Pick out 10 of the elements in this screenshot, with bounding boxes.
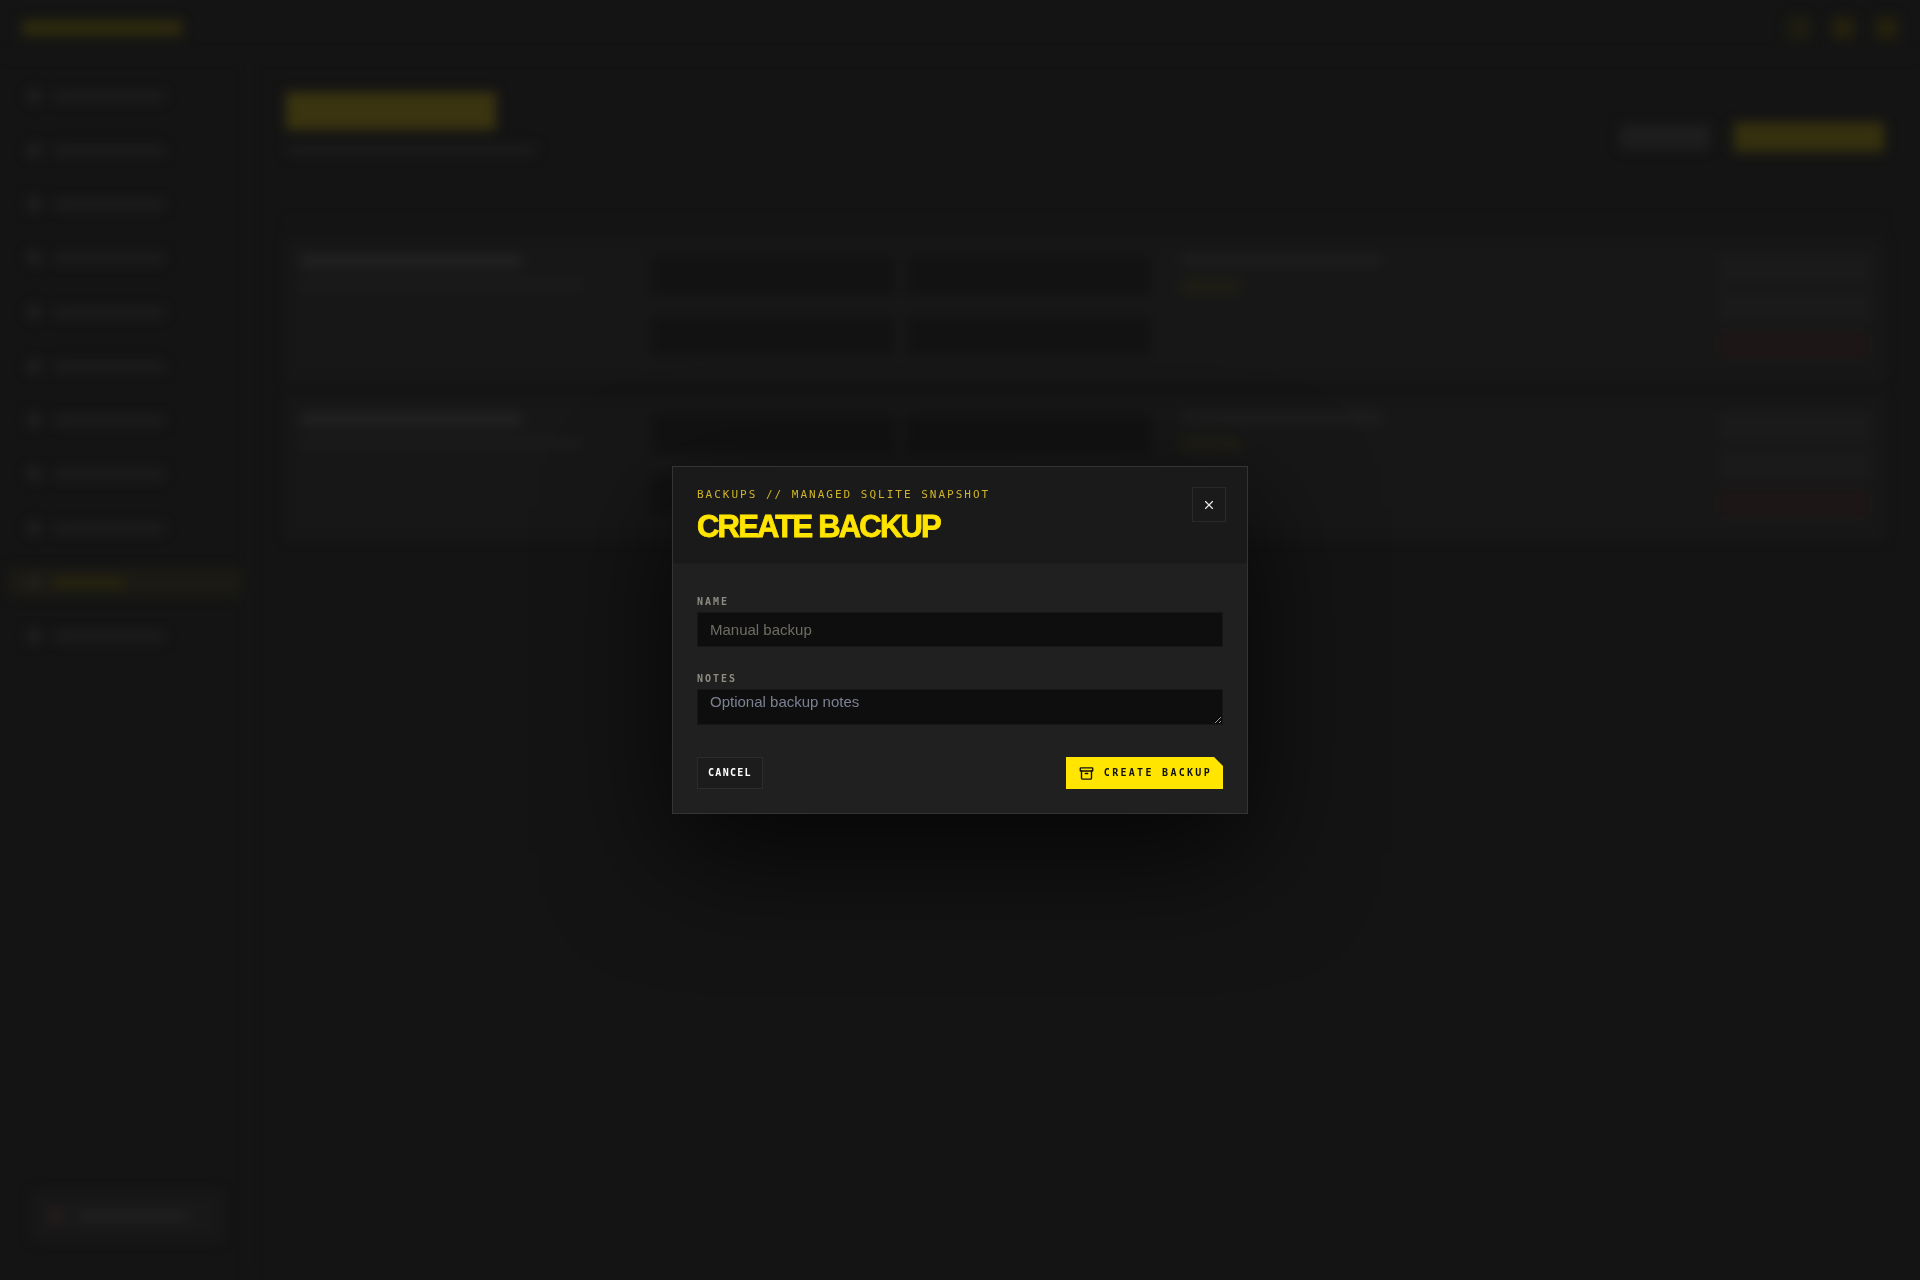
dialog-eyebrow: BACKUPS // MANAGED SQLITE SNAPSHOT — [697, 489, 991, 501]
field-label: NOTES — [697, 673, 739, 685]
input-field[interactable]: Manual backup — [697, 612, 1223, 647]
cancel-button[interactable]: CANCEL — [697, 757, 763, 789]
archive-box-icon — [1078, 765, 1094, 781]
textarea-field[interactable]: Optional backup notes — [697, 689, 1223, 725]
dialog-title: CREATE BACKUP — [697, 511, 942, 543]
field-label: NAME — [697, 596, 731, 608]
close-button[interactable] — [1192, 487, 1226, 522]
create-backup-button[interactable]: CREATE BACKUP — [1065, 757, 1223, 789]
